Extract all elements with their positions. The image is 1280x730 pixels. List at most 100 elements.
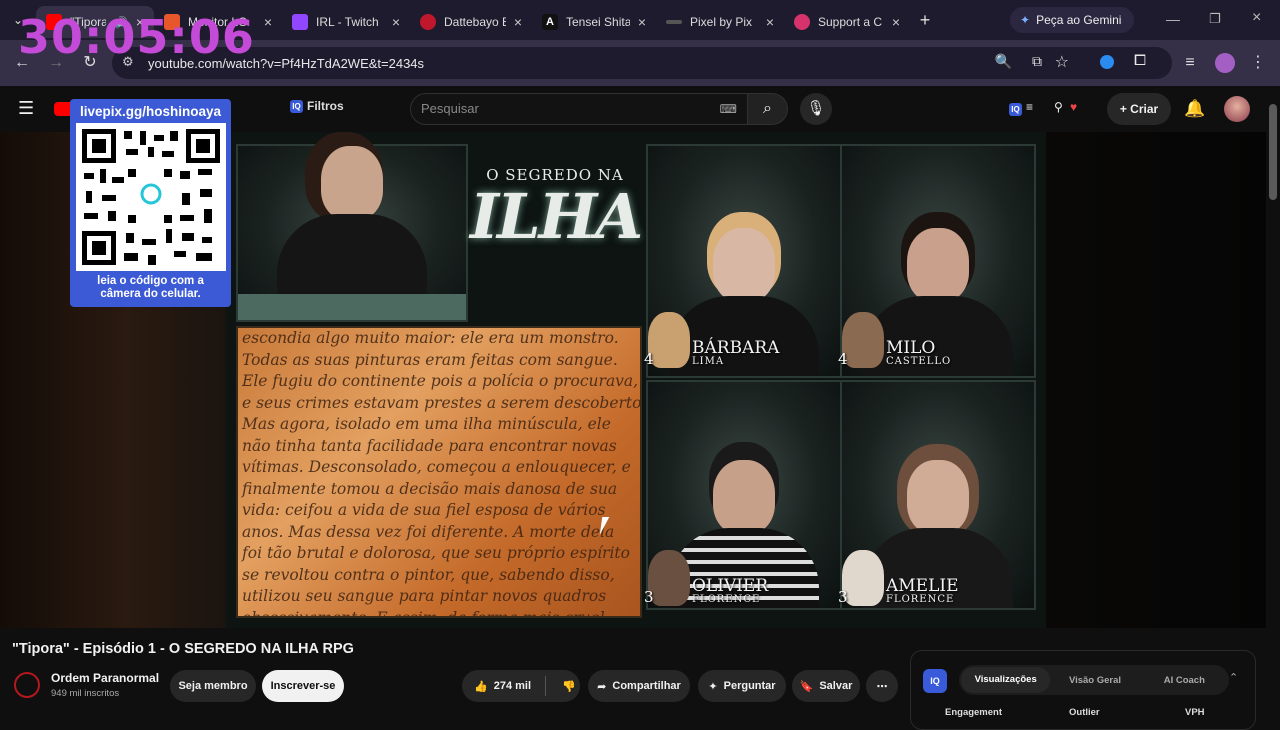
favicon-icon [794, 14, 810, 30]
keyboard-icon[interactable]: ⌨ [720, 94, 737, 124]
dislike-icon[interactable]: 👎 [562, 680, 576, 693]
create-button[interactable]: + Criar [1107, 93, 1171, 125]
channel-name[interactable]: Ordem Paranormal [51, 671, 159, 685]
close-tab-icon[interactable]: × [892, 14, 900, 30]
subscribe-button[interactable]: Inscrever-se [262, 670, 344, 702]
character-first-name: AMELIE [886, 576, 959, 596]
gemini-label: Peça ao Gemini [1036, 13, 1122, 27]
gm-head [321, 146, 383, 220]
tab-visao-geral[interactable]: Visão Geral [1050, 675, 1139, 686]
character-last-name: FLORENCE [886, 594, 955, 605]
like-button[interactable]: 👍 274 mil [474, 680, 531, 693]
notifications-bell-icon[interactable]: 🔔 [1184, 99, 1205, 119]
close-tab-icon[interactable]: × [392, 14, 400, 30]
vidiq-panel: IQ Visualizações Visão Geral AI Coach ⌃ … [910, 650, 1256, 730]
qr-code-graphic [81, 129, 220, 265]
iq-toolbar-icon[interactable]: IQ [1009, 103, 1022, 116]
character-portrait [648, 312, 690, 368]
character-number: 4 [644, 350, 654, 368]
character-name: BÁRBARA LIMA [692, 340, 779, 368]
search-button[interactable]: ⌕ [748, 93, 788, 125]
hamburger-menu-icon[interactable]: ☰ [18, 98, 34, 119]
join-button[interactable]: Seja membro [170, 670, 256, 702]
letter-line: Ele fugiu do continente pois a polícia o… [242, 372, 639, 390]
tab-visualizacoes[interactable]: Visualizações [961, 667, 1051, 693]
video-title: "Tipora" - Episódio 1 - O SEGREDO NA ILH… [12, 641, 354, 657]
channel-avatar[interactable] [14, 672, 40, 698]
tab-dattebayo[interactable]: Dattebayo E × [410, 6, 532, 38]
tab-label: IRL - Twitch [316, 15, 379, 29]
menu-kebab-icon[interactable]: ⋮ [1248, 53, 1268, 73]
bookmark-star-icon[interactable]: ☆ [1055, 52, 1069, 72]
minimize-icon[interactable]: — [1166, 11, 1180, 27]
tab-support[interactable]: Support a C × [784, 6, 910, 38]
restore-icon[interactable]: ❐ [1209, 11, 1221, 27]
save-label: Salvar [819, 680, 853, 692]
share-button[interactable]: ➦ Compartilhar [588, 670, 690, 702]
letter-line: foi tão brutal e dolorosa, que seu própr… [242, 544, 630, 562]
letter-line: escondia algo muito maior: ele era um mo… [242, 329, 619, 347]
alert-icon[interactable]: ♥ [1070, 100, 1077, 114]
letter-line: vítimas. Desconsolado, começou a enlouqu… [242, 458, 631, 476]
tab-tensei[interactable]: A Tensei Shita × [532, 6, 656, 38]
close-window-icon[interactable]: × [1252, 9, 1261, 27]
favicon-icon [666, 20, 682, 24]
share-icon: ➦ [597, 680, 607, 693]
filters-button[interactable]: IQ Filtros [290, 99, 344, 113]
tag-icon[interactable]: ⚲ [1054, 100, 1063, 114]
letter-line: anos. Mas dessa vez foi diferente. A mor… [242, 522, 615, 541]
column-vph: VPH [1185, 707, 1205, 718]
extension-blue-icon[interactable] [1100, 55, 1114, 69]
address-bar[interactable]: ⚙ youtube.com/watch?v=Pf4HzTdA2WE&t=2434… [112, 47, 1172, 79]
zoom-icon[interactable]: 🔍 [995, 53, 1012, 70]
character-name: OLIVIER FLORENCE [692, 576, 769, 606]
player-head [713, 460, 775, 534]
nameplate-barbara: BÁRBARA LIMA 4 [644, 312, 779, 368]
close-tab-icon[interactable]: × [264, 14, 272, 30]
player-head [907, 460, 969, 534]
letter-line: Mas agora, isolado em uma ilha minúscula… [242, 415, 611, 433]
tab-ai-coach[interactable]: AI Coach [1140, 675, 1229, 686]
letter-line: e seus crimes estavam prestes a serem de… [242, 393, 642, 412]
gemini-button[interactable]: ✦ Peça ao Gemini [1010, 7, 1134, 33]
tab-pixel[interactable]: Pixel by Pix × [656, 6, 784, 38]
ask-button[interactable]: ✦ Perguntar [698, 670, 786, 702]
close-tab-icon[interactable]: × [638, 14, 646, 30]
letter-line: não tinha tanta facilidade para encontra… [242, 436, 617, 455]
character-name: MILO CASTELLO [886, 340, 951, 368]
more-actions-button[interactable]: ⋯ [866, 670, 898, 702]
account-avatar[interactable] [1224, 96, 1250, 122]
close-tab-icon[interactable]: × [514, 14, 522, 30]
plus-icon: + [1119, 102, 1127, 116]
subscribe-label: Inscrever-se [270, 680, 336, 692]
extensions-puzzle-icon[interactable]: ⧠ [1134, 52, 1146, 69]
vidiq-tabs: Visualizações Visão Geral AI Coach [959, 665, 1229, 695]
collapse-chevron-icon[interactable]: ⌃ [1229, 671, 1238, 684]
letter-line: vida: ceifou a vida de sua fiel esposa d… [242, 501, 606, 519]
sparkle-icon: ✦ [708, 680, 718, 693]
qr-caption: leia o código com a câmera do celular. [70, 275, 231, 301]
profile-icon[interactable] [1215, 53, 1235, 73]
more-icon: ⋯ [876, 680, 888, 693]
gemini-sparkle-icon: ✦ [1020, 13, 1031, 27]
tab-label: Support a C [818, 15, 883, 29]
new-tab-icon[interactable]: + [910, 10, 940, 31]
voice-search-button[interactable]: 🎙 [800, 93, 832, 125]
character-last-name: FLORENCE [692, 594, 761, 605]
nameplate-olivier: OLIVIER FLORENCE 3 [644, 550, 769, 606]
search-input[interactable]: Pesquisar ⌨ [410, 93, 748, 125]
stream-layout: O SEGREDO NA ILHA escondia algo muito ma… [226, 132, 1046, 628]
cast-icon[interactable]: ⧉ [1032, 53, 1042, 70]
list-icon[interactable]: ≡ [1026, 100, 1033, 114]
livepix-url: livepix.gg/hoshinoaya [79, 104, 222, 119]
show-logo: O SEGREDO NA ILHA [470, 144, 643, 320]
video-info: "Tipora" - Episódio 1 - O SEGREDO NA ILH… [0, 628, 1280, 730]
close-tab-icon[interactable]: × [766, 14, 774, 30]
media-controls-icon[interactable]: ≡ [1180, 53, 1200, 73]
page-scrollbar[interactable] [1266, 86, 1280, 720]
character-first-name: OLIVIER [692, 576, 769, 596]
save-button[interactable]: 🔖 Salvar [792, 670, 860, 702]
tab-twitch[interactable]: IRL - Twitch × [282, 6, 410, 38]
favicon-icon [420, 14, 436, 30]
scrollbar-thumb[interactable] [1269, 104, 1277, 200]
